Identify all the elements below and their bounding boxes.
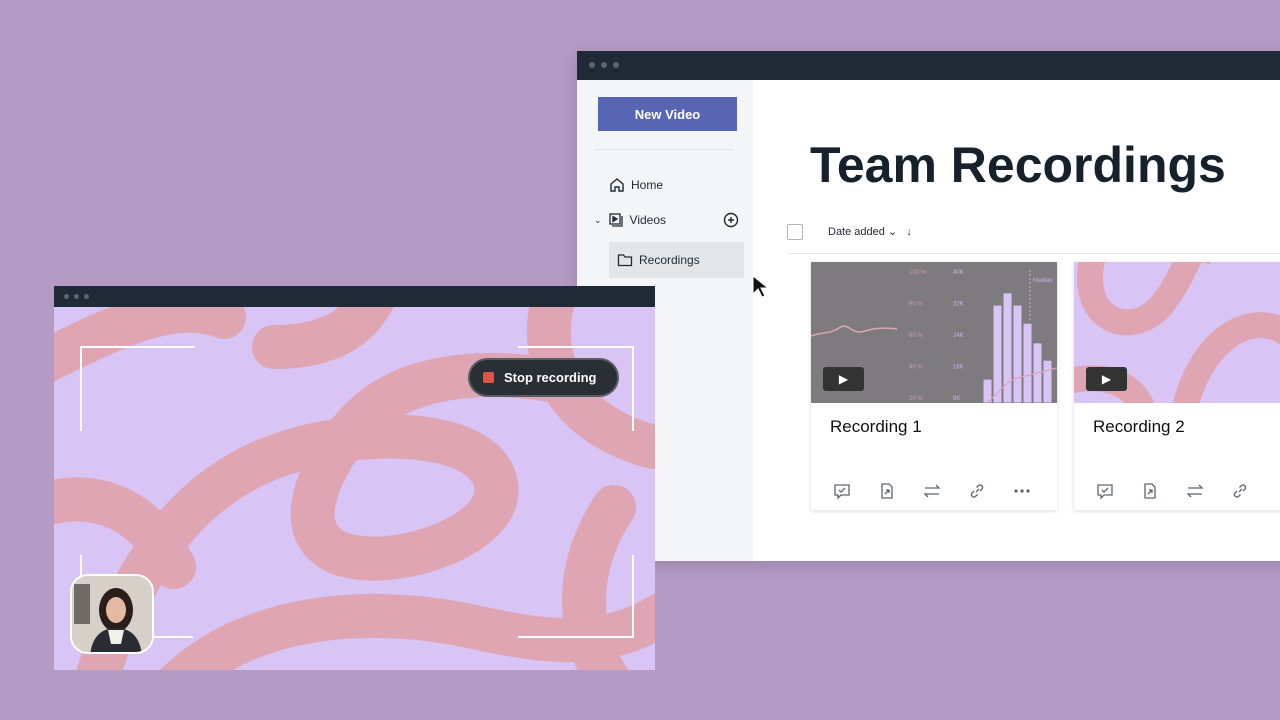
sort-bar: Date added ⌄ ↓ (787, 224, 1280, 254)
histogram-bar (1042, 359, 1053, 403)
mouse-cursor-icon (752, 275, 768, 298)
tick-label: 100 % (909, 270, 927, 276)
tick-label: 24K (953, 333, 964, 339)
sidebar-item-label: Home (631, 178, 664, 192)
card-title: Recording 2 (1093, 417, 1185, 436)
play-button[interactable]: ▶ (823, 367, 864, 391)
tick-label: 40 % (909, 365, 923, 371)
title-bar (577, 51, 1280, 80)
stop-recording-button[interactable]: Stop recording (468, 358, 619, 397)
tick-label: 8K (953, 396, 960, 402)
thumbnail[interactable]: ▶ (1074, 262, 1280, 403)
tick-label: 20 % (909, 396, 923, 402)
card-actions (833, 482, 1031, 500)
webcam-person-image (72, 576, 152, 652)
link-icon[interactable] (1231, 482, 1249, 500)
tick-label: 80 % (909, 302, 923, 308)
sidebar-item-recordings[interactable]: Recordings (609, 242, 744, 278)
library-window: New Video Home ⌄ Videos Recordings Team … (577, 51, 1280, 561)
tick-label: 40K (953, 270, 964, 276)
chevron-down-icon[interactable]: ⌄ (594, 215, 602, 226)
sort-dropdown[interactable]: Date added ⌄ ↓ (828, 225, 912, 238)
tick-label: 60 % (909, 333, 923, 339)
video-library-icon (608, 213, 623, 227)
share-file-icon[interactable] (878, 482, 896, 500)
sidebar-item-label: Recordings (639, 253, 700, 267)
sidebar-item-label: Videos (629, 213, 667, 227)
tick-label: 16K (953, 365, 964, 371)
link-icon[interactable] (968, 482, 986, 500)
add-circle-icon[interactable] (723, 212, 739, 228)
title-bar (54, 286, 655, 307)
sidebar-item-videos[interactable]: ⌄ Videos (594, 212, 739, 228)
folder-icon (617, 254, 633, 267)
sort-label: Date added ⌄ (828, 226, 898, 238)
more-icon[interactable] (1013, 482, 1031, 500)
median-label: Median (1033, 278, 1053, 284)
webcam-bubble[interactable] (70, 574, 154, 654)
tick-label: 32K (953, 302, 964, 308)
histogram-bar (1012, 304, 1023, 403)
page-title: Team Recordings (810, 137, 1226, 193)
comment-icon[interactable] (1096, 482, 1114, 500)
home-icon (610, 178, 624, 192)
line-series (811, 325, 898, 337)
card-title: Recording 1 (830, 417, 922, 436)
swap-icon[interactable] (923, 482, 941, 500)
select-all-checkbox[interactable] (787, 224, 803, 240)
card-actions (1096, 482, 1249, 500)
thumbnail[interactable]: 100 % 80 % 60 % 40 % 20 % 40K 32K 24K 16K 8K Media… (811, 262, 1057, 403)
comment-icon[interactable] (833, 482, 851, 500)
histogram-bar (992, 304, 1003, 403)
stop-icon (483, 372, 494, 383)
sort-direction-icon[interactable]: ↓ (906, 226, 912, 238)
swap-icon[interactable] (1186, 482, 1204, 500)
video-card[interactable]: ▶ Recording 2 (1074, 262, 1280, 510)
sidebar-item-home[interactable]: Home (609, 177, 663, 193)
share-file-icon[interactable] (1141, 482, 1159, 500)
video-card[interactable]: 100 % 80 % 60 % 40 % 20 % 40K 32K 24K 16K 8K Media… (811, 262, 1057, 510)
play-button[interactable]: ▶ (1086, 367, 1127, 391)
histogram-bar (1022, 322, 1033, 403)
recorder-window: Stop recording (54, 286, 655, 670)
new-video-button[interactable]: New Video (598, 97, 737, 131)
divider (595, 149, 733, 150)
stop-label: Stop recording (504, 370, 597, 385)
